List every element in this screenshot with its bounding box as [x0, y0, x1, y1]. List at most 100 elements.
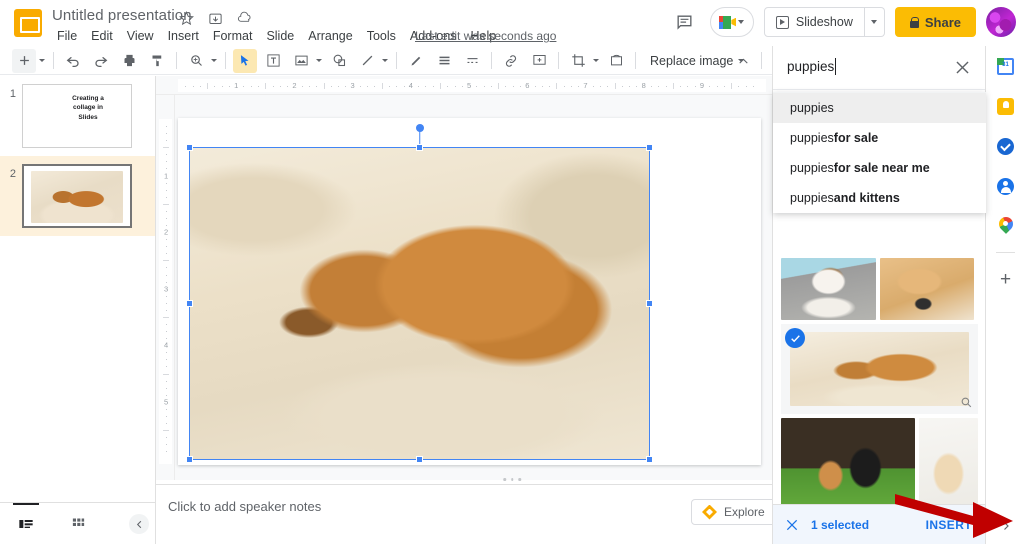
ruler-label: 5 [466, 81, 472, 90]
suggestion-item-3[interactable]: puppies for sale near me [773, 153, 986, 183]
grid-view-button[interactable] [52, 503, 104, 544]
ruler-tick [214, 86, 216, 87]
menu-arrange[interactable]: Arrange [301, 27, 359, 45]
print-button[interactable] [117, 49, 141, 73]
collapse-filmstrip-button[interactable] [129, 514, 149, 534]
slideshow-button[interactable]: Slideshow [763, 7, 865, 37]
ruler-tick [163, 147, 169, 149]
search-suggestions-dropdown[interactable]: puppies puppies for sale puppies for sal… [773, 92, 986, 213]
tasks-app-button[interactable] [986, 126, 1024, 166]
move-to-folder-icon[interactable] [207, 10, 224, 27]
magnify-icon[interactable] [960, 396, 973, 409]
new-slide-dropdown-icon[interactable] [39, 59, 45, 62]
speaker-notes-pane[interactable]: Click to add speaker notes Explore [156, 484, 776, 544]
text-box-button[interactable] [261, 49, 285, 73]
search-input[interactable] [787, 59, 932, 74]
canvas-area[interactable] [175, 95, 772, 480]
paint-format-button[interactable] [145, 49, 169, 73]
ruler-tick [166, 267, 167, 269]
slideshow-dropdown-button[interactable] [864, 7, 885, 37]
line-dropdown-icon[interactable] [382, 59, 388, 62]
slide-preview[interactable] [22, 164, 132, 228]
ruler-tick [166, 359, 167, 361]
result-image-3-card[interactable] [781, 324, 978, 414]
ruler-tick [738, 86, 740, 87]
line-dash-button[interactable] [460, 49, 484, 73]
ruler-tick [265, 83, 267, 89]
slide-thumbnail-1[interactable]: 1 Creating a collage in Slides [0, 76, 155, 156]
result-image-1[interactable] [781, 258, 876, 320]
menu-slide[interactable]: Slide [259, 27, 301, 45]
crop-dropdown-icon[interactable] [593, 59, 599, 62]
speaker-notes-placeholder[interactable]: Click to add speaker notes [168, 499, 321, 514]
ruler-tick [192, 86, 194, 87]
rotation-handle[interactable] [415, 124, 424, 132]
image-dropdown-icon[interactable] [316, 59, 322, 62]
notes-resize-handle[interactable] [503, 478, 521, 481]
last-edit-status[interactable]: Last edit was seconds ago [415, 29, 556, 43]
meet-button[interactable] [709, 7, 754, 37]
zoom-tool-button[interactable] [184, 49, 208, 73]
slide-preview[interactable]: Creating a collage in Slides [22, 84, 132, 148]
suggestion-item-1[interactable]: puppies [773, 93, 986, 123]
ruler-tick [658, 86, 660, 87]
ruler-tick [651, 86, 653, 87]
mask-image-button[interactable] [604, 49, 628, 73]
ruler-tick [607, 86, 609, 87]
calendar-app-button[interactable] [986, 46, 1024, 86]
undo-button[interactable] [61, 49, 85, 73]
menu-edit[interactable]: Edit [84, 27, 120, 45]
result-image-4[interactable] [781, 418, 915, 514]
new-slide-button[interactable] [12, 48, 36, 73]
star-icon[interactable] [178, 10, 195, 27]
menu-insert[interactable]: Insert [161, 27, 206, 45]
ruler-label: 8 [641, 81, 646, 90]
suggestion-item-2[interactable]: puppies for sale [773, 123, 986, 153]
filmstrip-view-button[interactable] [0, 502, 52, 544]
collapse-toolbar-icon[interactable] [732, 50, 754, 72]
document-title[interactable]: Untitled presentation [52, 7, 192, 24]
expand-rail-button[interactable] [996, 516, 1016, 536]
explore-button[interactable]: Explore [691, 499, 776, 525]
maps-app-button[interactable] [986, 206, 1024, 246]
cloud-saved-icon[interactable] [236, 10, 253, 27]
line-tool-button[interactable] [355, 49, 379, 73]
menu-format[interactable]: Format [206, 27, 260, 45]
insert-link-button[interactable] [499, 49, 523, 73]
pen-color-button[interactable] [404, 49, 428, 73]
ruler-tick [490, 86, 492, 87]
share-button[interactable]: Share [894, 7, 976, 37]
shape-button[interactable] [327, 49, 351, 73]
select-tool-button[interactable] [233, 48, 257, 73]
ruler-tick [483, 86, 485, 87]
crop-button[interactable] [566, 49, 590, 73]
menu-tools[interactable]: Tools [360, 27, 403, 45]
google-apps-side-rail: + [985, 46, 1024, 544]
keep-app-button[interactable] [986, 86, 1024, 126]
contacts-app-button[interactable] [986, 166, 1024, 206]
clear-search-icon[interactable] [953, 58, 972, 77]
ruler-tick [163, 203, 169, 205]
result-image-3[interactable] [790, 332, 969, 406]
add-comment-button[interactable] [527, 49, 551, 73]
redo-button[interactable] [89, 49, 113, 73]
comment-history-icon[interactable] [670, 7, 700, 37]
slide-thumbnail-2[interactable]: 2 [0, 156, 155, 236]
get-addons-button[interactable]: + [986, 259, 1024, 299]
slide-canvas[interactable] [178, 118, 761, 465]
menu-view[interactable]: View [120, 27, 161, 45]
ruler-tick [439, 83, 441, 89]
menu-file[interactable]: File [50, 27, 84, 45]
insert-image-button[interactable] [289, 49, 313, 73]
user-avatar[interactable] [986, 7, 1016, 37]
line-weight-button[interactable] [432, 49, 456, 73]
puppy-image-on-slide[interactable] [189, 147, 650, 460]
result-image-2[interactable] [880, 258, 974, 320]
insert-button[interactable]: INSERT [926, 518, 972, 532]
close-selection-icon[interactable] [773, 505, 811, 544]
slide-filmstrip[interactable]: 1 Creating a collage in Slides 2 [0, 76, 156, 502]
text-cursor [835, 58, 836, 75]
suggestion-item-4[interactable]: puppies and kittens [773, 183, 986, 213]
result-image-5[interactable] [919, 418, 978, 514]
zoom-dropdown-icon[interactable] [211, 59, 217, 62]
